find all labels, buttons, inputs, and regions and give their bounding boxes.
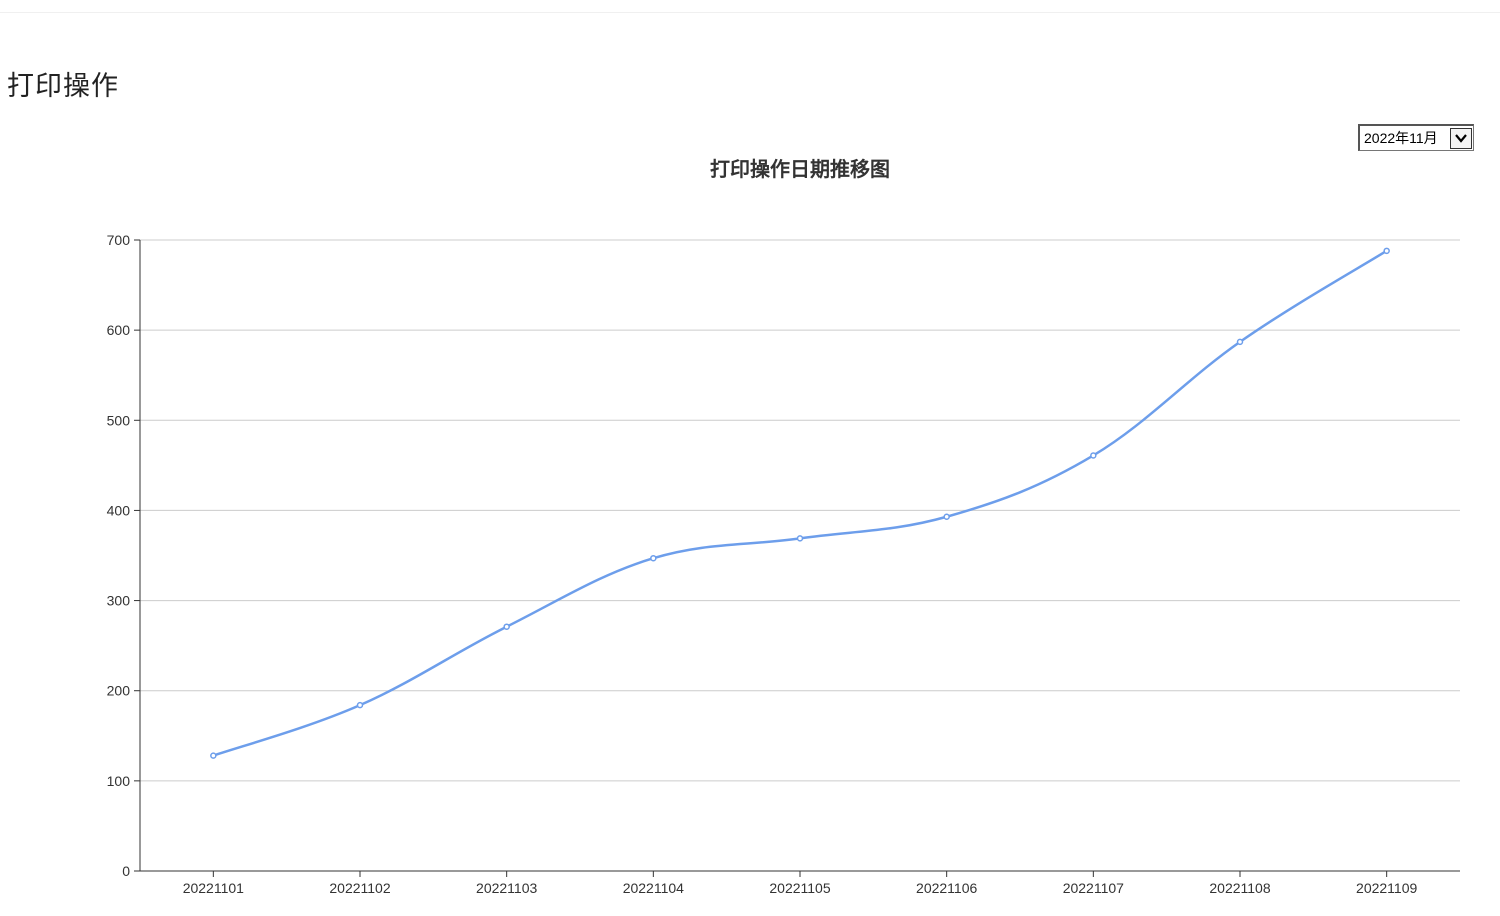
data-point	[796, 535, 804, 542]
y-tick-label: 300	[107, 593, 131, 609]
data-point	[210, 752, 217, 759]
y-tick-label: 0	[122, 863, 130, 879]
chart-title: 打印操作日期推移图	[710, 157, 890, 181]
data-point	[1383, 247, 1390, 255]
x-tick-label: 20221101	[183, 880, 244, 896]
data-point	[943, 513, 950, 520]
data-point	[503, 623, 510, 630]
x-tick-label: 20221108	[1209, 880, 1270, 896]
series-line	[212, 249, 1388, 757]
x-tick-label: 20221107	[1063, 880, 1124, 896]
y-tick-label: 700	[107, 232, 131, 248]
x-tick-label: 20221102	[329, 880, 390, 896]
x-tick-label: 20221109	[1356, 880, 1417, 896]
line-chart: 打印操作日期推移图 0 100 200 300 400 500 600 700 20221101 2…	[107, 157, 1460, 896]
data-point	[356, 701, 364, 709]
data-point	[1090, 452, 1097, 459]
y-tick-label: 100	[107, 773, 131, 789]
x-tick-label: 20221106	[916, 880, 977, 896]
data-point	[1236, 338, 1244, 346]
y-tick-label: 600	[107, 322, 131, 338]
x-tick-label: 20221105	[769, 880, 830, 896]
y-tick-label: 400	[107, 502, 131, 518]
y-tick-label: 500	[107, 412, 131, 428]
x-tick-label: 20221104	[623, 880, 684, 896]
y-tick-label: 200	[107, 683, 131, 699]
data-point	[650, 554, 657, 562]
x-tick-label: 20221103	[476, 880, 537, 896]
